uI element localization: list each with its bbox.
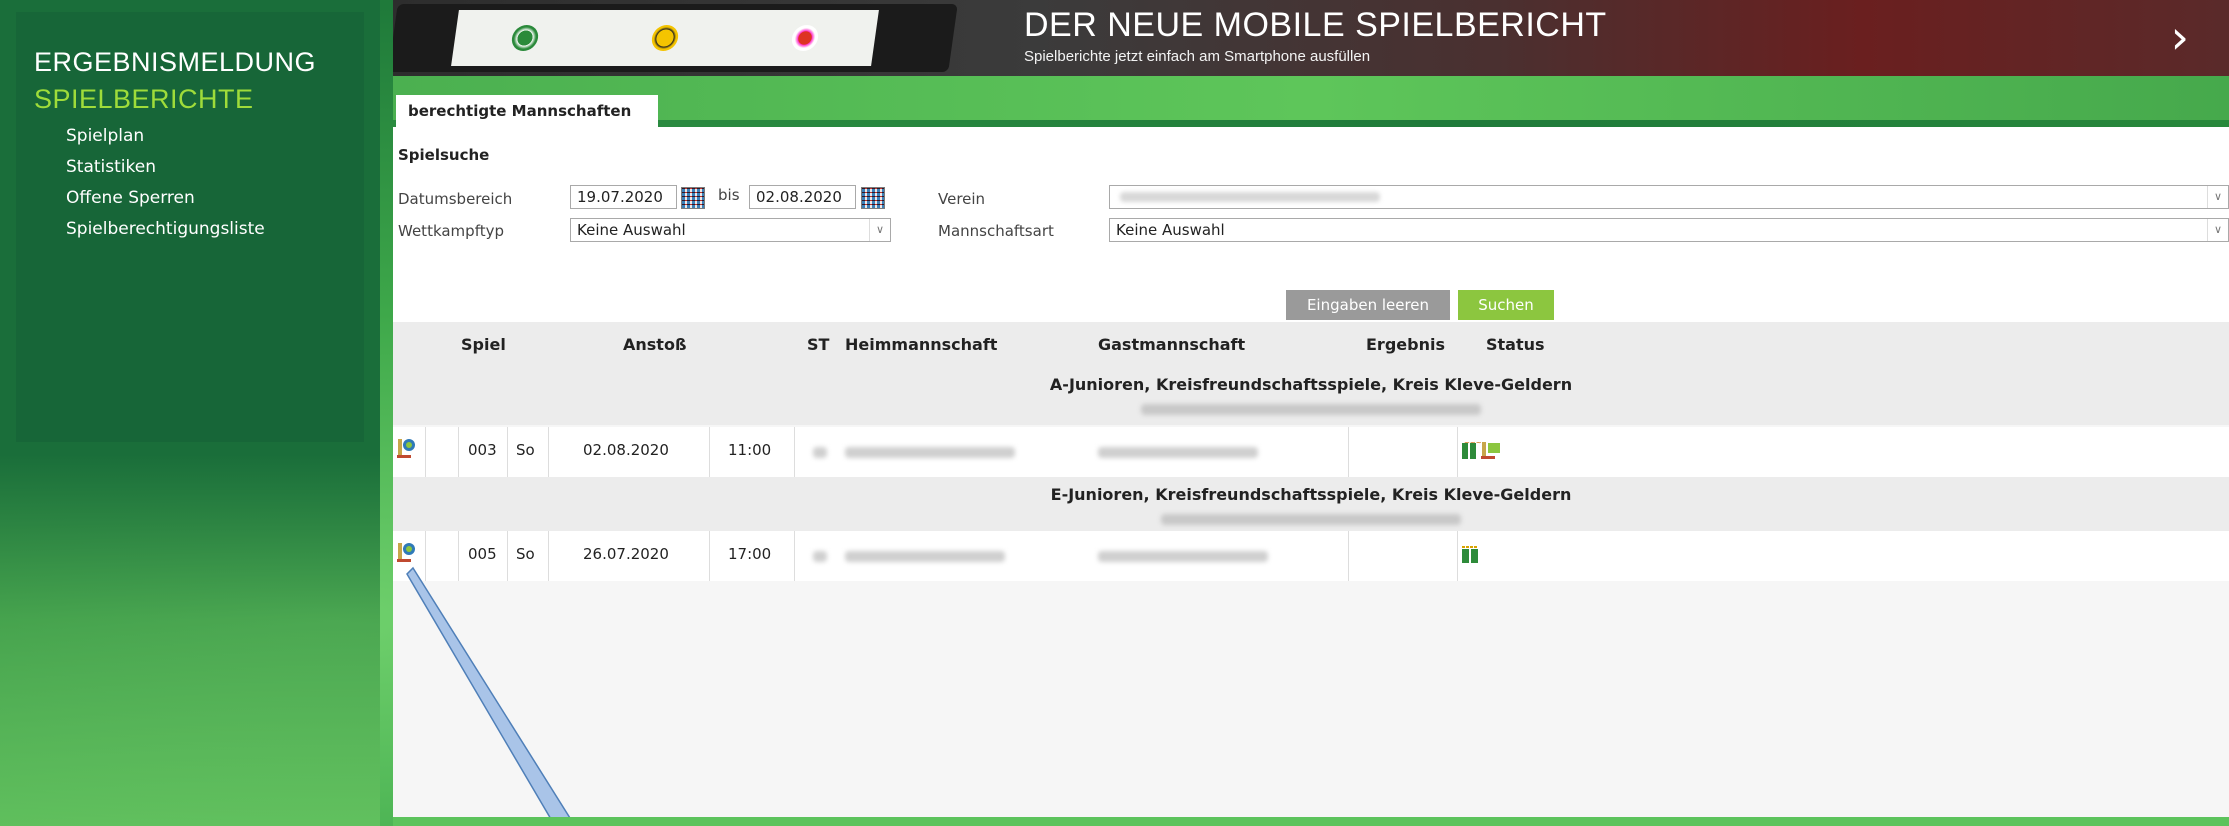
redacted-st (813, 447, 827, 458)
status-icons[interactable]: ~~~ (1460, 439, 1504, 461)
sidebar: ERGEBNISMELDUNG SPIELBERICHTE Spielplan … (0, 0, 380, 826)
date-to-input[interactable]: 02.08.2020 (749, 185, 856, 209)
tab-berechtigte-mannschaften[interactable]: berechtigte Mannschaften (396, 95, 658, 128)
sidebar-item-spielberechtigungsliste[interactable]: Spielberechtigungsliste (66, 214, 265, 245)
report-icon[interactable] (397, 437, 417, 459)
sidebar-item-statistiken[interactable]: Statistiken (66, 152, 265, 183)
date-from-input[interactable]: 19.07.2020 (570, 185, 677, 209)
chevron-down-icon: ∨ (869, 219, 890, 241)
verein-label: Verein (938, 190, 986, 208)
col-heimmannschaft: Heimmannschaft (845, 335, 998, 354)
weekday: So (516, 441, 535, 459)
mannschaftsart-select[interactable]: Keine Auswahl ∨ (1109, 218, 2229, 242)
spiel-number: 003 (468, 441, 497, 459)
group-title: E-Junioren, Kreisfreundschaftsspiele, Kr… (1050, 485, 1572, 504)
status-icon[interactable] (1460, 543, 1484, 565)
table-header: Spiel Anstoß ST Heimmannschaft Gastmanns… (393, 322, 2229, 367)
calendar-icon[interactable] (861, 187, 885, 209)
mannschaftsart-label: Mannschaftsart (938, 222, 1054, 240)
col-gastmannschaft: Gastmannschaft (1098, 335, 1246, 354)
col-st: ST (807, 335, 830, 354)
redacted-home-team (845, 447, 1015, 458)
decorative-strip (393, 76, 2229, 120)
chevron-down-icon: ∨ (2207, 219, 2228, 241)
chevron-right-icon[interactable]: › (2171, 14, 2189, 60)
mannschaftsart-value: Keine Auswahl (1116, 221, 1225, 239)
redacted-group-subtitle (1161, 514, 1461, 525)
bis-label: bis (718, 186, 740, 204)
wettkampftyp-value: Keine Auswahl (577, 221, 686, 239)
redacted-value (1120, 192, 1380, 202)
col-spiel: Spiel (461, 335, 506, 354)
date-range-label: Datumsbereich (398, 190, 513, 208)
mobile-spielbericht-banner[interactable]: DER NEUE MOBILE SPIELBERICHT Spielberich… (393, 0, 2229, 76)
results-table: Spiel Anstoß ST Heimmannschaft Gastmanns… (393, 322, 2229, 826)
club-crest-icon (790, 25, 820, 51)
group-title: A-Junioren, Kreisfreundschaftsspiele, Kr… (1049, 375, 1573, 394)
redacted-away-team (1098, 447, 1258, 458)
search-button[interactable]: Suchen (1458, 290, 1554, 320)
sidebar-nav: Spielplan Statistiken Offene Sperren Spi… (66, 121, 265, 245)
group-header: A-Junioren, Kreisfreundschaftsspiele, Kr… (393, 367, 2229, 425)
redacted-group-subtitle (1141, 404, 1481, 415)
col-anstoss: Anstoß (623, 335, 687, 354)
search-panel: Spielsuche Datumsbereich 19.07.2020 bis … (393, 127, 2229, 332)
col-status: Status (1486, 335, 1545, 354)
kickoff-time: 11:00 (728, 441, 772, 459)
col-ergebnis: Ergebnis (1366, 335, 1445, 354)
chevron-down-icon: ∨ (2207, 186, 2228, 208)
wettkampftyp-label: Wettkampftyp (398, 222, 504, 240)
bottom-band (393, 817, 2229, 826)
search-title: Spielsuche (398, 146, 490, 164)
banner-subtitle: Spielberichte jetzt einfach am Smartphon… (1024, 48, 1371, 65)
table-row[interactable]: 003 So 02.08.2020 11:00 ~~~ (393, 427, 2229, 477)
smartphone-image (393, 4, 958, 72)
club-crest-icon (510, 25, 540, 51)
table-row[interactable]: 005 So 26.07.2020 17:00 (393, 531, 2229, 581)
sidebar-item-spielplan[interactable]: Spielplan (66, 121, 265, 152)
banner-title: DER NEUE MOBILE SPIELBERICHT (1024, 6, 1607, 44)
svg-text:~~~: ~~~ (1464, 439, 1482, 447)
wettkampftyp-select[interactable]: Keine Auswahl ∨ (570, 218, 891, 242)
redacted-st (813, 551, 827, 562)
calendar-icon[interactable] (681, 187, 705, 209)
clear-inputs-button[interactable]: Eingaben leeren (1286, 290, 1450, 320)
sidebar-heading-spielberichte[interactable]: SPIELBERICHTE (34, 84, 254, 115)
sidebar-item-offene-sperren[interactable]: Offene Sperren (66, 183, 265, 214)
kickoff-time: 17:00 (728, 545, 772, 563)
callout-arrow (406, 566, 576, 826)
club-crest-icon (650, 25, 680, 51)
redacted-away-team (1098, 551, 1268, 562)
verein-select[interactable]: ∨ (1109, 185, 2229, 209)
match-date: 02.08.2020 (583, 441, 669, 459)
redacted-home-team (845, 551, 1005, 562)
group-header: E-Junioren, Kreisfreundschaftsspiele, Kr… (393, 477, 2229, 535)
sidebar-heading-ergebnismeldung[interactable]: ERGEBNISMELDUNG (34, 47, 316, 78)
